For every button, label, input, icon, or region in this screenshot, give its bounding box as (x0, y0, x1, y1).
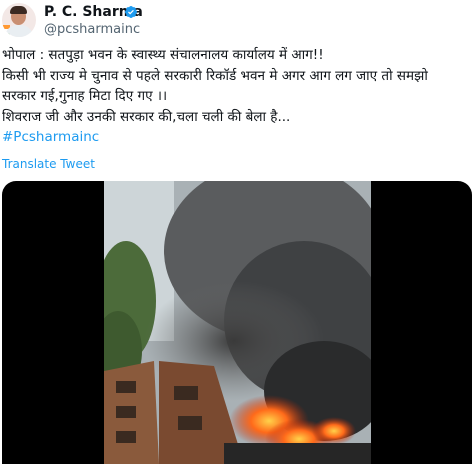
tweet-text: भोपाल : सतपुड़ा भवन के स्वास्थ्य संचालना… (2, 45, 472, 148)
hashtag-link[interactable]: #Pcsharmainc (2, 127, 472, 148)
building-fire-video (104, 181, 371, 464)
tweet-line: भोपाल : सतपुड़ा भवन के स्वास्थ्य संचालना… (2, 47, 324, 63)
tweet-line: किसी भी राज्य मे चुनाव से पहले सरकारी रि… (2, 67, 428, 84)
verified-badge-icon (125, 6, 137, 18)
tweet-header: P. C. Sharma @pcsharmainc (0, 0, 474, 40)
avatar-hair (10, 6, 27, 14)
tweet-line: सरकार गई,गुनाह मिटा दिए गए ।। (2, 88, 168, 104)
translate-tweet-link[interactable]: Translate Tweet (2, 156, 95, 172)
avatar[interactable] (2, 3, 36, 37)
video-frame (104, 181, 371, 464)
author-handle[interactable]: @pcsharmainc (44, 22, 140, 38)
tweet-line: शिवराज जी और उनकी सरकार की,चला चली की बे… (2, 108, 291, 125)
tweet-video[interactable] (2, 181, 472, 464)
avatar-body (5, 25, 33, 37)
